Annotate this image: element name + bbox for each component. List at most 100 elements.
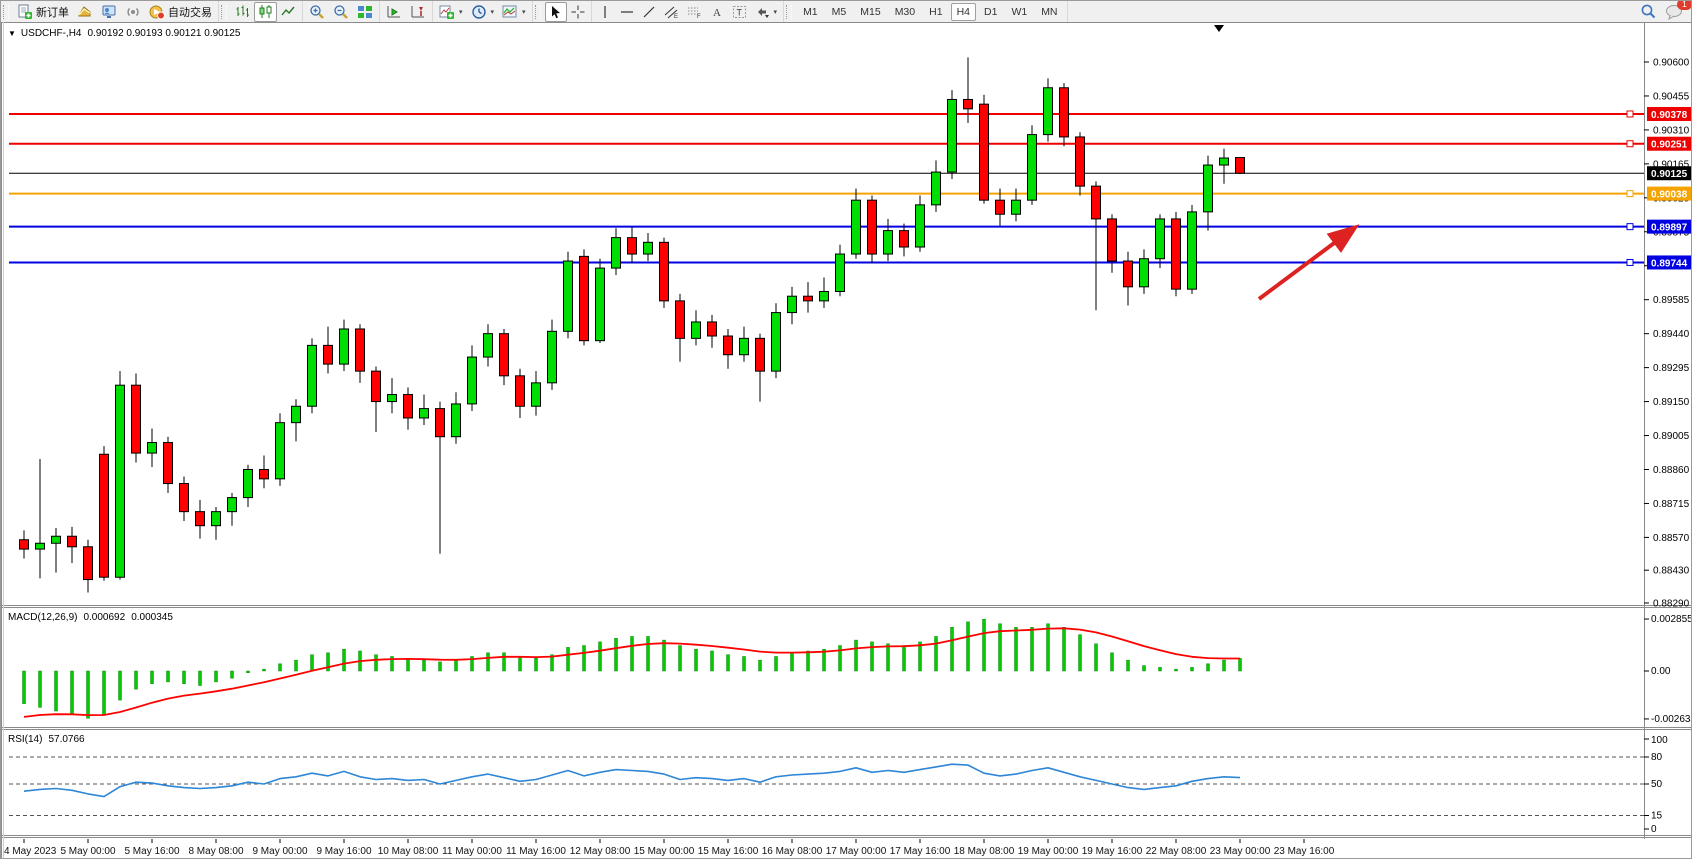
svg-text:23 May 00:00: 23 May 00:00 xyxy=(1210,846,1271,857)
svg-text:0.89744: 0.89744 xyxy=(1651,258,1688,269)
svg-text:5 May 16:00: 5 May 16:00 xyxy=(124,846,179,857)
toolbar-group-insert: ▾ ▾ ▾ xyxy=(433,1,533,22)
chevron-down-icon: ▾ xyxy=(774,8,778,16)
chat-unread-badge: 1 xyxy=(1677,0,1692,10)
svg-text:0.89897: 0.89897 xyxy=(1651,223,1688,234)
chart-window: 0.906000.904550.903100.901650.900200.898… xyxy=(1,22,1692,859)
timeframe-MN[interactable]: MN xyxy=(1035,3,1063,21)
svg-text:0.002855: 0.002855 xyxy=(1651,614,1692,625)
clock-icon xyxy=(471,4,487,20)
chart-shift-button[interactable] xyxy=(406,2,430,22)
toolbar-drag-handle[interactable] xyxy=(221,5,227,19)
autotrading-button[interactable]: 自动交易 xyxy=(145,2,216,22)
timeframe-W1[interactable]: W1 xyxy=(1005,3,1033,21)
svg-text:100: 100 xyxy=(1651,735,1668,746)
toolbar-group-objects: E F A T ▾ xyxy=(592,1,785,22)
svg-text:0.90125: 0.90125 xyxy=(1651,169,1688,180)
channel-icon: E xyxy=(664,5,679,19)
toolbar-drag-handle[interactable] xyxy=(786,5,792,19)
arrows-button[interactable]: ▾ xyxy=(751,2,782,22)
charts-button[interactable] xyxy=(73,2,97,22)
chat-button[interactable]: 1 xyxy=(1661,2,1687,22)
timeframe-M30[interactable]: M30 xyxy=(889,3,921,21)
template-icon xyxy=(502,4,518,20)
svg-text:F: F xyxy=(697,14,701,19)
zoom-in-button[interactable] xyxy=(305,2,329,22)
trendline-icon xyxy=(642,5,656,19)
timeframe-M5[interactable]: M5 xyxy=(826,3,853,21)
indicators-icon xyxy=(439,4,455,20)
new-order-button[interactable]: 新订单 xyxy=(13,2,73,22)
svg-text:19 May 00:00: 19 May 00:00 xyxy=(1018,846,1079,857)
gold-chart-icon xyxy=(77,4,93,20)
vertical-line-button[interactable] xyxy=(594,2,616,22)
svg-text:0.89585: 0.89585 xyxy=(1653,295,1690,306)
toolbar-group-scroll xyxy=(380,1,433,22)
periods-button[interactable]: ▾ xyxy=(467,2,499,22)
line-chart-button[interactable] xyxy=(277,2,300,22)
svg-text:12 May 08:00: 12 May 08:00 xyxy=(570,846,631,857)
bar-chart-button[interactable] xyxy=(231,2,254,22)
indicators-button[interactable]: ▾ xyxy=(435,2,467,22)
tile-windows-icon xyxy=(357,4,373,20)
autotrading-icon xyxy=(149,4,165,20)
candlestick-chart-button[interactable] xyxy=(254,2,277,22)
svg-text:9 May 16:00: 9 May 16:00 xyxy=(316,846,371,857)
svg-text:0.90455: 0.90455 xyxy=(1653,91,1690,102)
timeframe-M1[interactable]: M1 xyxy=(797,3,824,21)
new-order-label: 新订单 xyxy=(36,4,69,20)
timeframe-H1[interactable]: H1 xyxy=(923,3,948,21)
bar-chart-icon xyxy=(235,4,250,19)
toolbar-drag-handle[interactable] xyxy=(3,5,9,19)
svg-text:23 May 16:00: 23 May 16:00 xyxy=(1274,846,1335,857)
text-button[interactable]: A xyxy=(706,2,728,22)
chevron-down-icon: ▾ xyxy=(491,8,495,16)
timeframe-D1[interactable]: D1 xyxy=(978,3,1003,21)
horizontal-line-button[interactable] xyxy=(616,2,638,22)
svg-text:18 May 08:00: 18 May 08:00 xyxy=(954,846,1015,857)
equidistant-channel-button[interactable]: E xyxy=(660,2,683,22)
crosshair-button[interactable] xyxy=(567,2,589,22)
templates-button[interactable]: ▾ xyxy=(498,2,530,22)
signals-button[interactable] xyxy=(121,2,145,22)
svg-text:15 May 16:00: 15 May 16:00 xyxy=(698,846,759,857)
svg-text:9 May 00:00: 9 May 00:00 xyxy=(252,846,307,857)
chevron-down-icon: ▾ xyxy=(522,8,526,16)
autotrading-label: 自动交易 xyxy=(168,4,212,20)
svg-text:0.88715: 0.88715 xyxy=(1653,499,1690,510)
svg-text:8 May 08:00: 8 May 08:00 xyxy=(188,846,243,857)
fibonacci-button[interactable]: F xyxy=(683,2,706,22)
text-label-button[interactable]: T xyxy=(728,2,751,22)
toolbar: 新订单 自动交易 xyxy=(1,1,1692,23)
svg-text:0.90310: 0.90310 xyxy=(1653,125,1690,136)
svg-text:0.90251: 0.90251 xyxy=(1651,140,1688,151)
search-icon xyxy=(1640,3,1657,20)
toolbar-group-zoom xyxy=(303,1,380,22)
toolbar-drag-handle[interactable] xyxy=(535,5,541,19)
auto-scroll-icon xyxy=(386,4,402,20)
market-watch-button[interactable] xyxy=(97,2,121,22)
trendline-button[interactable] xyxy=(638,2,660,22)
auto-scroll-button[interactable] xyxy=(382,2,406,22)
svg-text:15: 15 xyxy=(1651,811,1663,822)
cursor-icon xyxy=(549,5,563,19)
svg-text:0.88860: 0.88860 xyxy=(1653,465,1690,476)
chart-shift-icon xyxy=(410,4,426,20)
svg-text:17 May 16:00: 17 May 16:00 xyxy=(890,846,951,857)
toolbar-group-trade: 新订单 自动交易 xyxy=(11,1,219,22)
svg-text:0.90600: 0.90600 xyxy=(1653,58,1690,69)
svg-text:4 May 2023: 4 May 2023 xyxy=(4,846,57,857)
chart-plot-area[interactable]: 0.906000.904550.903100.901650.900200.898… xyxy=(1,22,1692,859)
crosshair-icon xyxy=(571,5,585,19)
timeframe-M15[interactable]: M15 xyxy=(854,3,886,21)
svg-text:A: A xyxy=(713,7,721,19)
new-order-icon xyxy=(17,4,33,20)
cursor-button[interactable] xyxy=(545,2,567,22)
svg-text:10 May 08:00: 10 May 08:00 xyxy=(378,846,439,857)
svg-text:T: T xyxy=(736,7,742,17)
search-button[interactable] xyxy=(1636,2,1661,22)
svg-text:0.90378: 0.90378 xyxy=(1651,110,1688,121)
tile-windows-button[interactable] xyxy=(353,2,377,22)
zoom-out-button[interactable] xyxy=(329,2,353,22)
timeframe-H4[interactable]: H4 xyxy=(951,3,976,21)
